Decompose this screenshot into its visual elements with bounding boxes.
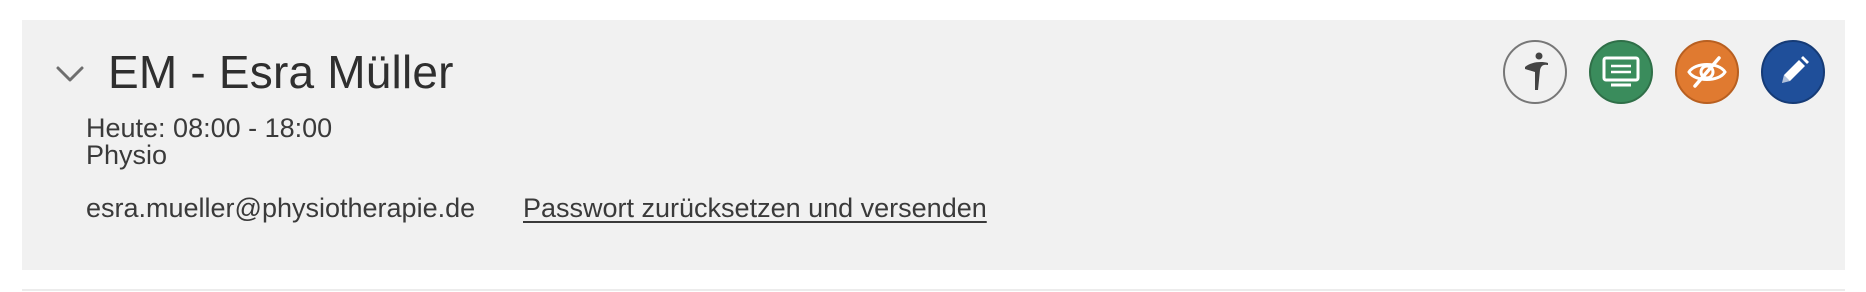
employee-name: EM - Esra Müller bbox=[108, 46, 454, 98]
divider bbox=[22, 289, 1845, 291]
eye-slash-icon bbox=[1686, 54, 1728, 90]
notes-icon bbox=[1601, 55, 1641, 89]
hide-button[interactable] bbox=[1675, 40, 1739, 104]
chevron-down-icon[interactable] bbox=[52, 56, 88, 92]
employee-role: Physio bbox=[86, 140, 168, 170]
reset-password-link[interactable]: Passwort zurücksetzen und versenden bbox=[523, 193, 987, 223]
working-hours: Heute: 08:00 - 18:00 bbox=[86, 113, 333, 143]
person-icon bbox=[1515, 50, 1555, 94]
pencil-icon bbox=[1775, 54, 1811, 90]
notes-button[interactable] bbox=[1589, 40, 1653, 104]
edit-button[interactable] bbox=[1761, 40, 1825, 104]
person-button[interactable] bbox=[1503, 40, 1567, 104]
employee-email: esra.mueller@physiotherapie.de bbox=[86, 193, 476, 223]
